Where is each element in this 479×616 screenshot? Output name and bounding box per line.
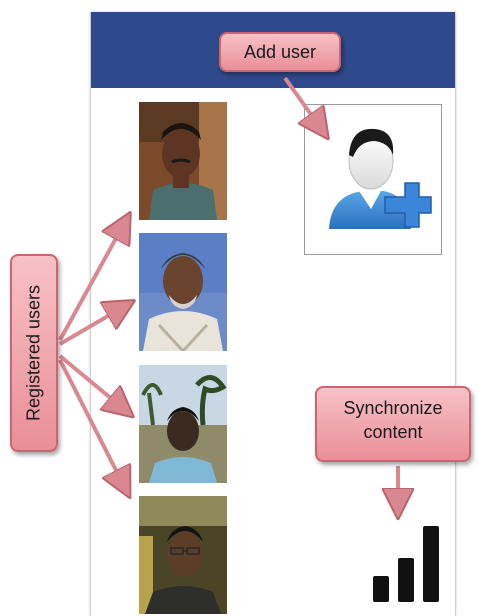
signal-bars-icon bbox=[373, 526, 439, 602]
user-1-portrait bbox=[139, 102, 227, 220]
user-4-portrait bbox=[139, 496, 227, 614]
user-2-portrait bbox=[139, 233, 227, 351]
annotated-screenshot: Add user Registered users Synchronize co… bbox=[0, 0, 479, 616]
registered-users-callout-label: Registered users bbox=[23, 284, 44, 422]
registered-users-callout: Registered users bbox=[10, 254, 58, 452]
user-photo-2[interactable] bbox=[139, 233, 227, 351]
synchronize-callout-line1: Synchronize bbox=[343, 398, 443, 418]
synchronize-content-button[interactable] bbox=[371, 522, 443, 604]
add-user-callout-label: Add user bbox=[243, 42, 317, 62]
user-photo-4[interactable] bbox=[139, 496, 227, 614]
synchronize-content-callout: Synchronize content bbox=[315, 386, 471, 462]
add-user-callout: Add user bbox=[219, 32, 341, 72]
user-photo-3[interactable] bbox=[139, 365, 227, 483]
add-user-icon bbox=[329, 128, 432, 229]
user-photo-1[interactable] bbox=[139, 102, 227, 220]
add-user-button[interactable] bbox=[304, 104, 442, 255]
user-3-portrait bbox=[139, 365, 227, 483]
app-screen bbox=[90, 12, 456, 616]
synchronize-callout-line2: content bbox=[363, 422, 423, 443]
